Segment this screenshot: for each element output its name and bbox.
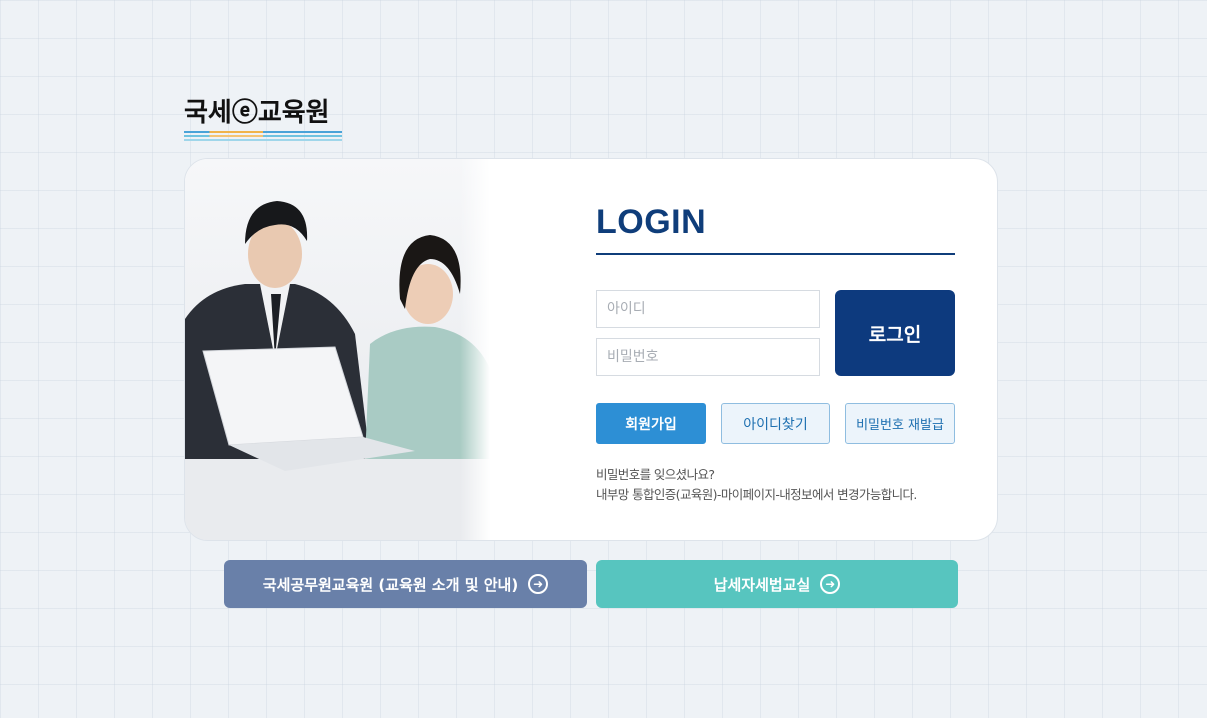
title-divider xyxy=(596,253,955,255)
user-id-input[interactable] xyxy=(596,290,820,328)
arrow-right-circle-icon: ➜ xyxy=(528,574,549,594)
site-logo[interactable]: 국세ⓔ교육원 xyxy=(184,96,344,143)
logo-underline-decoration xyxy=(184,131,342,143)
arrow-right-circle-icon: ➜ xyxy=(820,574,841,594)
login-title: LOGIN xyxy=(596,203,707,241)
password-notice: 비밀번호를 잊으셨나요? 내부망 통합인증(교육원)-마이페이지-내정보에서 변… xyxy=(596,465,976,505)
login-card: LOGIN 로그인 회원가입 아이디찾기 비밀번호 재발급 비밀번호를 잊으셨나… xyxy=(184,158,998,541)
notice-line-2: 내부망 통합인증(교육원)-마이페이지-내정보에서 변경가능합니다. xyxy=(596,487,917,502)
password-input[interactable] xyxy=(596,338,820,376)
taxpayer-law-class-button[interactable]: 납세자세법교실 ➜ xyxy=(596,560,958,608)
promo-photo xyxy=(185,159,490,540)
taxpayer-law-class-label: 납세자세법교실 xyxy=(713,575,811,594)
join-button[interactable]: 회원가입 xyxy=(596,403,706,444)
login-button[interactable]: 로그인 xyxy=(835,290,955,376)
logo-text: 국세ⓔ교육원 xyxy=(184,98,330,128)
academy-intro-label: 국세공무원교육원 (교육원 소개 및 안내) xyxy=(262,575,519,594)
notice-line-1: 비밀번호를 잊으셨나요? xyxy=(596,467,715,482)
find-id-button[interactable]: 아이디찾기 xyxy=(721,403,830,444)
academy-intro-button[interactable]: 국세공무원교육원 (교육원 소개 및 안내) ➜ xyxy=(224,560,587,608)
reset-password-button[interactable]: 비밀번호 재발급 xyxy=(845,403,955,444)
